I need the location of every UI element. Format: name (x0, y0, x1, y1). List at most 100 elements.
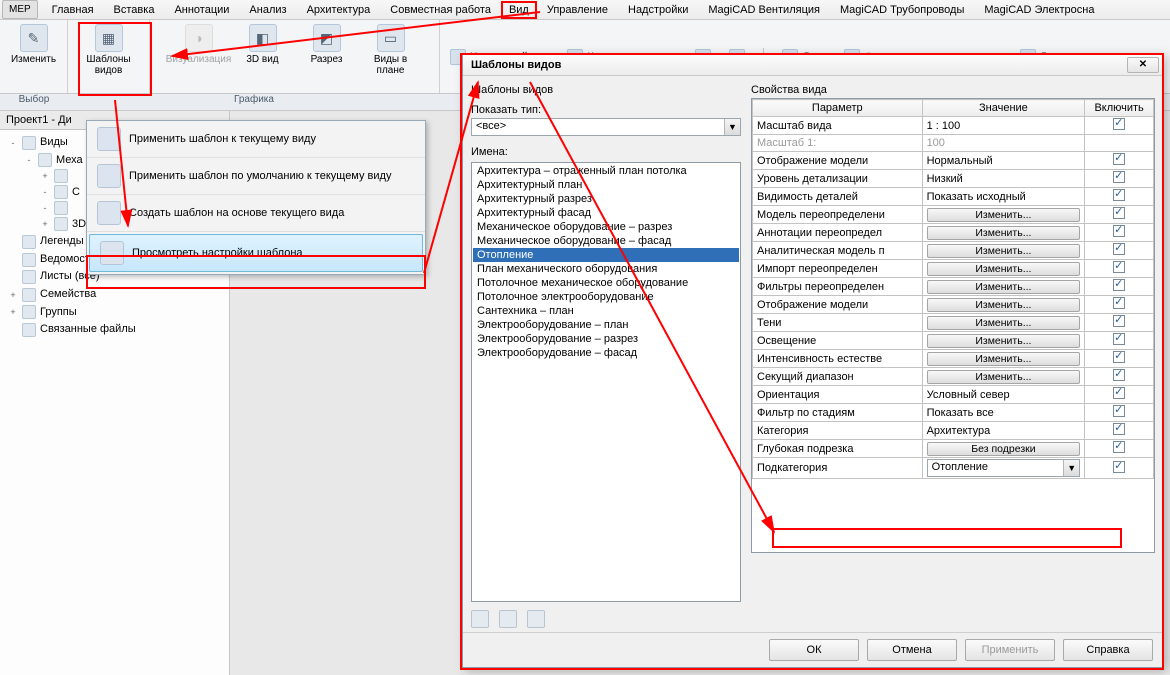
submenu-item[interactable]: Просмотреть настройки шаблона (89, 234, 423, 272)
include-checkbox[interactable] (1113, 171, 1125, 183)
include-checkbox[interactable] (1113, 423, 1125, 435)
property-row[interactable]: Подкатегория Отопление▼ (753, 458, 1154, 479)
include-checkbox[interactable] (1113, 243, 1125, 255)
edit-button[interactable]: Изменить... (927, 244, 1081, 258)
template-name-item[interactable]: Электрооборудование – план (473, 318, 739, 332)
edit-button[interactable]: Изменить... (927, 226, 1081, 240)
value-cell[interactable]: Архитектура (922, 422, 1085, 440)
include-checkbox[interactable] (1113, 441, 1125, 453)
include-checkbox[interactable] (1113, 207, 1125, 219)
value-cell[interactable]: 100 (922, 135, 1085, 152)
template-name-item[interactable]: Архитектура – отраженный план потолка (473, 164, 739, 178)
rename-icon[interactable] (499, 610, 517, 628)
include-checkbox[interactable] (1113, 387, 1125, 399)
help-button[interactable]: Справка (1063, 639, 1153, 661)
property-row[interactable]: Освещение Изменить... (753, 332, 1154, 350)
property-row[interactable]: Фильтры переопределен Изменить... (753, 278, 1154, 296)
template-name-item[interactable]: Потолочное механическое оборудование (473, 276, 739, 290)
plan-views-button[interactable]: ▭ Виды в плане (364, 24, 418, 76)
template-name-item[interactable]: Электрооборудование – разрез (473, 332, 739, 346)
menu-addins[interactable]: Надстройки (618, 1, 698, 19)
property-row[interactable]: Уровень детализации Низкий (753, 170, 1154, 188)
template-name-item[interactable]: Архитектурный фасад (473, 206, 739, 220)
edit-button[interactable]: Изменить... (927, 262, 1081, 276)
properties-table[interactable]: Параметр Значение Включить Масштаб вида … (752, 99, 1154, 479)
template-names-list[interactable]: Архитектура – отраженный план потолкаАрх… (471, 162, 741, 602)
include-checkbox[interactable] (1113, 369, 1125, 381)
value-cell[interactable]: Показать все (922, 404, 1085, 422)
include-checkbox[interactable] (1113, 225, 1125, 237)
template-name-item[interactable]: Отопление (473, 248, 739, 262)
menu-collab[interactable]: Совместная работа (380, 1, 501, 19)
submenu-item[interactable]: Создать шаблон на основе текущего вида (87, 195, 425, 232)
property-row[interactable]: Тени Изменить... (753, 314, 1154, 332)
template-name-item[interactable]: План механического оборудования (473, 262, 739, 276)
property-row[interactable]: Фильтр по стадиям Показать все (753, 404, 1154, 422)
include-checkbox[interactable] (1113, 405, 1125, 417)
include-checkbox[interactable] (1113, 461, 1125, 473)
value-dropdown[interactable]: Отопление▼ (927, 459, 1081, 477)
property-row[interactable]: Видимость деталей Показать исходный (753, 188, 1154, 206)
modify-button[interactable]: ✎ Изменить (7, 24, 61, 65)
value-cell[interactable]: Нормальный (922, 152, 1085, 170)
ok-button[interactable]: ОК (769, 639, 859, 661)
cancel-button[interactable]: Отмена (867, 639, 957, 661)
property-row[interactable]: Модель переопределени Изменить... (753, 206, 1154, 224)
submenu-item[interactable]: Применить шаблон по умолчанию к текущему… (87, 158, 425, 195)
template-name-item[interactable]: Сантехника – план (473, 304, 739, 318)
menu-magicad-pipe[interactable]: MagiCAD Трубопроводы (830, 1, 974, 19)
property-row[interactable]: Масштаб вида 1 : 100 (753, 117, 1154, 135)
value-cell[interactable]: 1 : 100 (922, 117, 1085, 135)
include-checkbox[interactable] (1113, 333, 1125, 345)
menu-magicad-elec[interactable]: MagiCAD Электросна (974, 1, 1104, 19)
property-row[interactable]: Глубокая подрезка Без подрезки (753, 440, 1154, 458)
property-row[interactable]: Масштаб 1: 100 (753, 135, 1154, 152)
property-row[interactable]: Отображение модели Изменить... (753, 296, 1154, 314)
close-button[interactable]: ✕ (1127, 57, 1159, 73)
edit-button[interactable]: Изменить... (927, 352, 1081, 366)
property-row[interactable]: Ориентация Условный север (753, 386, 1154, 404)
edit-button[interactable]: Изменить... (927, 316, 1081, 330)
template-name-item[interactable]: Архитектурный план (473, 178, 739, 192)
col-value[interactable]: Значение (922, 100, 1085, 117)
template-name-item[interactable]: Электрооборудование – фасад (473, 346, 739, 360)
menu-annotate[interactable]: Аннотации (164, 1, 239, 19)
property-row[interactable]: Аннотации переопредел Изменить... (753, 224, 1154, 242)
property-row[interactable]: Секущий диапазон Изменить... (753, 368, 1154, 386)
template-name-item[interactable]: Механическое оборудование – разрез (473, 220, 739, 234)
include-checkbox[interactable] (1113, 297, 1125, 309)
col-param[interactable]: Параметр (753, 100, 923, 117)
property-row[interactable]: Аналитическая модель п Изменить... (753, 242, 1154, 260)
value-cell[interactable]: Условный север (922, 386, 1085, 404)
menu-architecture[interactable]: Архитектура (297, 1, 381, 19)
include-checkbox[interactable] (1113, 351, 1125, 363)
value-cell[interactable]: Низкий (922, 170, 1085, 188)
tree-node[interactable]: Связанные файлы (4, 321, 225, 339)
include-checkbox[interactable] (1113, 153, 1125, 165)
edit-button[interactable]: Изменить... (927, 334, 1081, 348)
tree-node[interactable]: +Семейства (4, 286, 225, 304)
menu-home[interactable]: Главная (42, 1, 104, 19)
3d-view-button[interactable]: ◧ 3D вид (236, 24, 290, 65)
delete-icon[interactable] (527, 610, 545, 628)
template-name-item[interactable]: Потолочное электрооборудование (473, 290, 739, 304)
edit-button[interactable]: Изменить... (927, 298, 1081, 312)
property-row[interactable]: Отображение модели Нормальный (753, 152, 1154, 170)
property-row[interactable]: Импорт переопределен Изменить... (753, 260, 1154, 278)
duplicate-icon[interactable] (471, 610, 489, 628)
property-row[interactable]: Интенсивность естестве Изменить... (753, 350, 1154, 368)
edit-button[interactable]: Изменить... (927, 280, 1081, 294)
menu-analyze[interactable]: Анализ (239, 1, 296, 19)
show-type-select[interactable]: <все> ▼ (471, 118, 741, 136)
menu-manage[interactable]: Управление (537, 1, 618, 19)
edit-button[interactable]: Изменить... (927, 208, 1081, 222)
include-checkbox[interactable] (1113, 279, 1125, 291)
submenu-item[interactable]: Применить шаблон к текущему виду (87, 121, 425, 158)
include-checkbox[interactable] (1113, 118, 1125, 130)
template-name-item[interactable]: Механическое оборудование – фасад (473, 234, 739, 248)
edit-button[interactable]: Изменить... (927, 370, 1081, 384)
menu-magicad-vent[interactable]: MagiCAD Вентиляция (698, 1, 830, 19)
include-checkbox[interactable] (1113, 315, 1125, 327)
menu-view[interactable]: Вид (501, 1, 537, 19)
template-name-item[interactable]: Архитектурный разрез (473, 192, 739, 206)
